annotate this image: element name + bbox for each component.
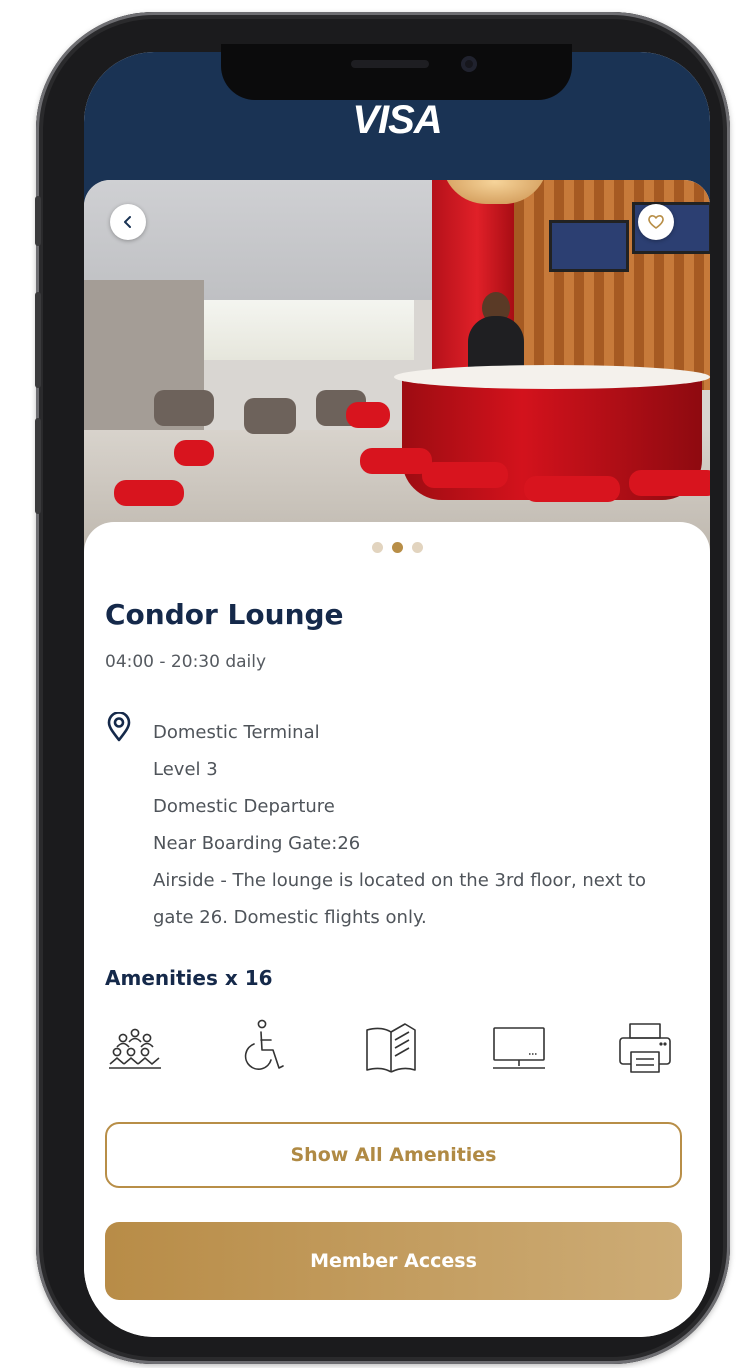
visa-logo: VISA [352,98,442,142]
front-camera [461,56,477,72]
phone-screen: VISA Condor Lounge 04:00 - 20:30 daily D… [84,52,710,1337]
notch [221,44,572,100]
mute-switch [35,196,41,246]
printer-icon[interactable] [615,1018,675,1078]
volume-down-button [35,418,41,514]
wheelchair-icon[interactable] [233,1018,293,1078]
carousel-dot-active[interactable] [391,542,403,553]
carousel-dot[interactable] [411,542,423,553]
meeting-room-icon[interactable] [105,1018,165,1078]
opening-hours: 04:00 - 20:30 daily [105,652,267,672]
lounge-title: Condor Lounge [105,598,344,631]
member-access-button[interactable]: Member Access [105,1222,682,1300]
location-line: gate 26. Domestic flights only. [153,907,427,928]
location-line: Domestic Departure [153,796,335,817]
back-button[interactable] [110,204,146,240]
carousel-dot[interactable] [371,542,383,553]
lounge-details-card: Condor Lounge 04:00 - 20:30 daily Domest… [84,522,710,1337]
heart-icon [648,215,664,229]
chevron-left-icon [124,216,131,228]
location-line: Domestic Terminal [153,722,320,743]
show-all-amenities-button[interactable]: Show All Amenities [105,1122,682,1188]
volume-up-button [35,292,41,388]
amenities-icon-row [105,1018,673,1078]
lounge-photo[interactable] [84,180,710,580]
reading-material-icon[interactable] [361,1018,421,1078]
location-line: Near Boarding Gate:26 [153,833,361,854]
tv-screen-icon[interactable] [489,1018,549,1078]
carousel-indicator[interactable] [84,542,710,553]
location-pin-icon [107,712,131,742]
favorite-button[interactable] [638,204,674,240]
speaker-grille [351,60,429,68]
location-details: Domestic Terminal Level 3 Domestic Depar… [153,714,693,936]
amenities-heading: Amenities x 16 [105,966,273,990]
location-line: Airside - The lounge is located on the 3… [153,870,647,891]
location-line: Level 3 [153,759,218,780]
